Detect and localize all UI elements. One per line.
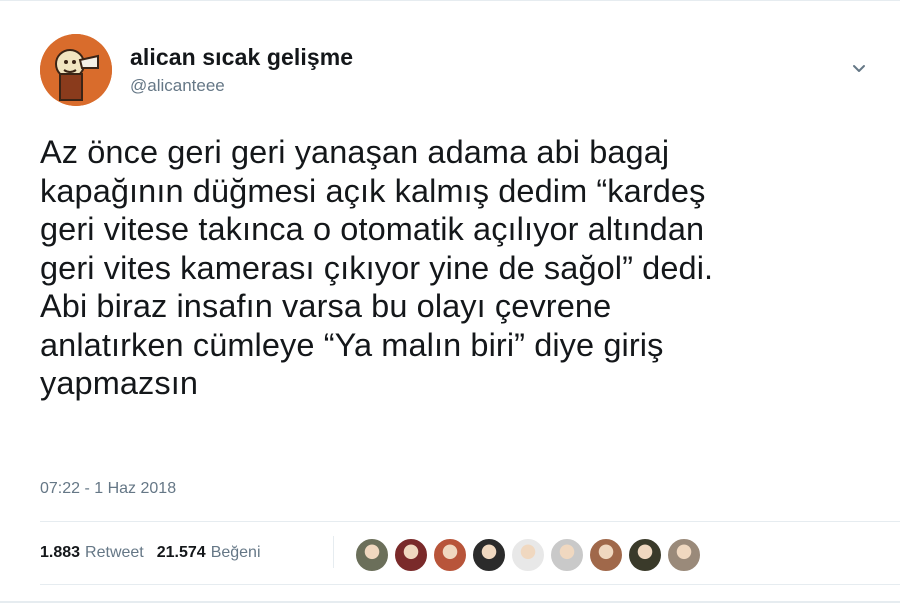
card-top-border	[0, 0, 900, 1]
liker-avatar-9[interactable]	[667, 538, 701, 572]
tweet-timestamp[interactable]: 07:22 - 1 Haz 2018	[40, 480, 176, 498]
liker-avatar-5[interactable]	[511, 538, 545, 572]
chevron-down-icon[interactable]	[848, 58, 870, 80]
stats-separator	[333, 536, 334, 568]
liker-avatar-6[interactable]	[550, 538, 584, 572]
like-label[interactable]: Beğeni	[211, 544, 261, 562]
liker-avatar-1[interactable]	[355, 538, 389, 572]
liker-avatar-7[interactable]	[589, 538, 623, 572]
avatar[interactable]	[40, 34, 112, 106]
like-count[interactable]: 21.574	[157, 544, 206, 562]
tweet-header: alican sıcak gelişme @alicanteee	[40, 30, 870, 110]
tweet-card: alican sıcak gelişme @alicanteee Az önce…	[0, 0, 900, 603]
retweet-count[interactable]: 1.883	[40, 544, 80, 562]
tweet-stats: 1.883 Retweet 21.574 Beğeni	[40, 544, 274, 562]
liker-avatar-2[interactable]	[394, 538, 428, 572]
retweet-label[interactable]: Retweet	[85, 544, 144, 562]
liker-avatar-3[interactable]	[433, 538, 467, 572]
tweet-text: Az önce geri geri yanaşan adama abi baga…	[40, 134, 714, 401]
divider	[40, 584, 900, 585]
display-name[interactable]: alican sıcak gelişme	[130, 44, 353, 71]
liker-avatar-8[interactable]	[628, 538, 662, 572]
divider	[40, 521, 900, 522]
liker-avatars	[355, 538, 706, 574]
user-handle[interactable]: @alicanteee	[130, 76, 225, 96]
liker-avatar-4[interactable]	[472, 538, 506, 572]
